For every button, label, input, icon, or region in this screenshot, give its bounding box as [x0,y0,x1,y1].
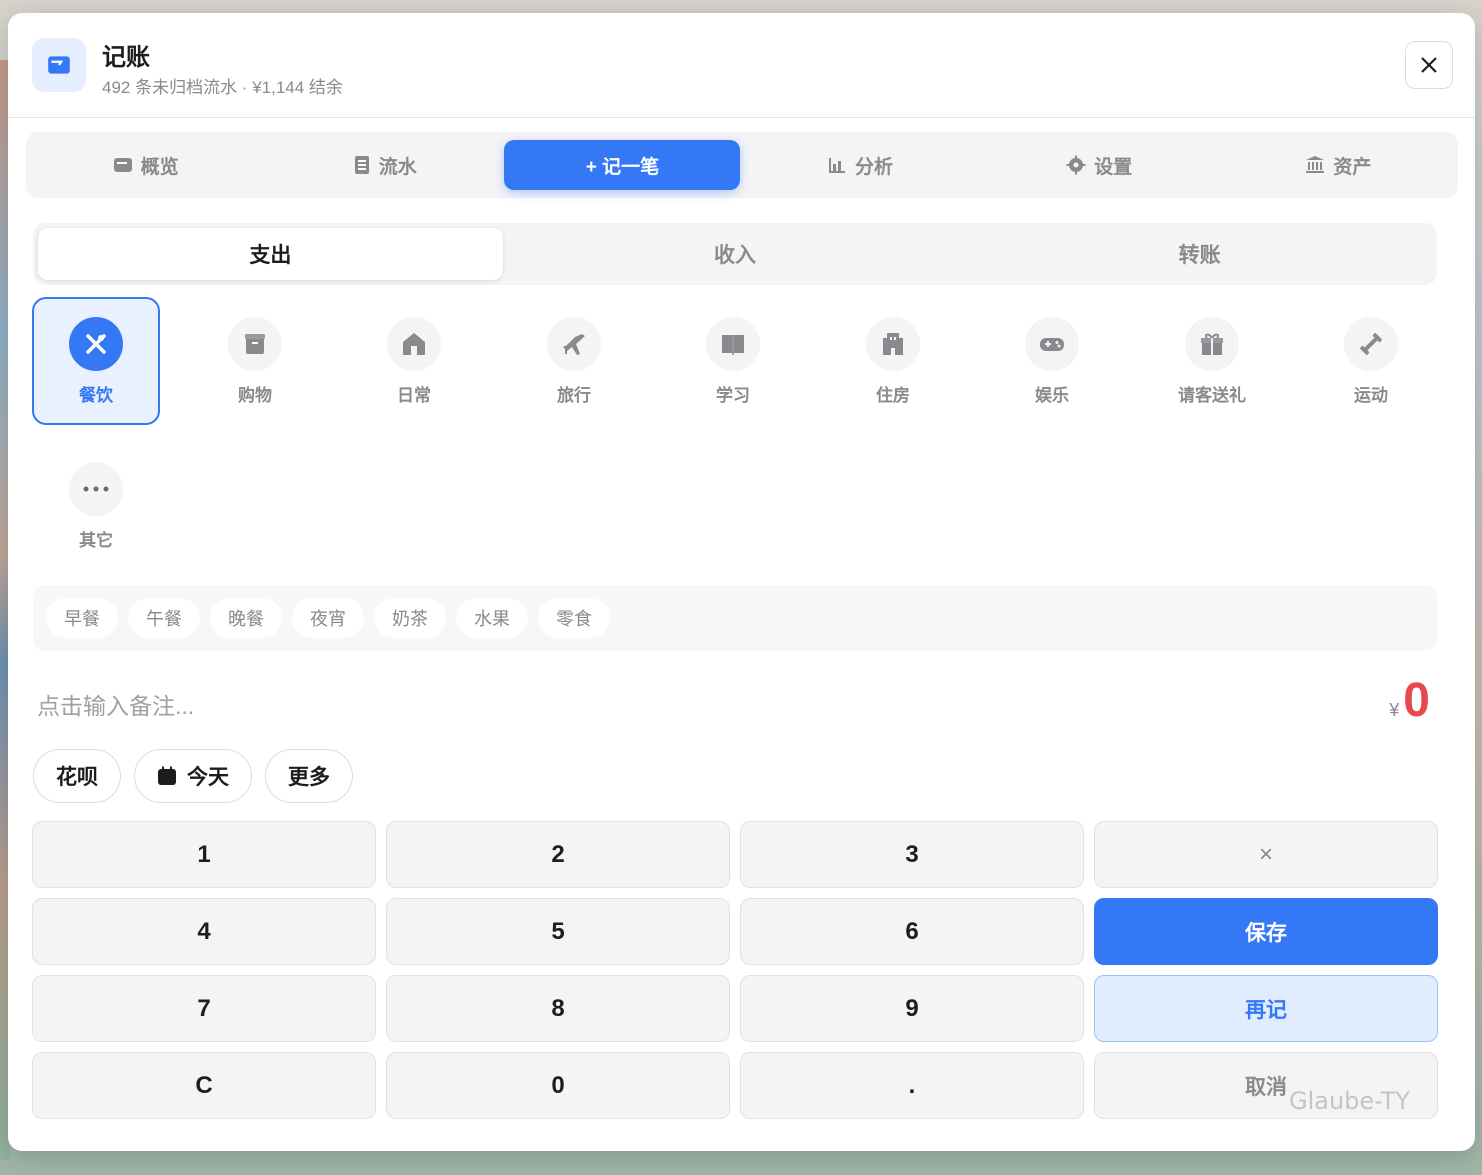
dialog-title: 记账 [102,44,150,71]
category-sports[interactable]: 运动 [1307,297,1435,425]
quick-tags: 早餐 午餐 晚餐 夜宵 奶茶 水果 零食 [33,585,1437,651]
nav-analysis[interactable]: 分析 [740,140,979,190]
book-icon [706,316,760,371]
tab-income[interactable]: 收入 [503,228,968,280]
category-gifts[interactable]: 请客送礼 [1148,297,1276,425]
close-button[interactable] [1405,41,1453,89]
key-2[interactable]: 2 [386,821,730,888]
gear-icon [1066,155,1086,175]
key-9[interactable]: 9 [740,975,1084,1042]
record-options: 花呗 今天 更多 [33,749,353,803]
currency-symbol: ¥ [1389,700,1400,720]
category-housing[interactable]: 住房 [829,297,957,425]
category-label: 运动 [1354,385,1388,405]
key-7[interactable]: 7 [32,975,376,1042]
category-other[interactable]: 其它 [32,442,160,570]
wallet-icon [113,158,132,172]
category-label: 学习 [716,385,750,405]
category-label: 住房 [876,385,910,405]
account-label: 花呗 [56,766,98,789]
key-8[interactable]: 8 [386,975,730,1042]
nav-analysis-label: 分析 [855,156,894,178]
amount-value: 0 [1403,674,1430,727]
calendar-icon [158,766,176,785]
bank-icon [1306,156,1325,173]
main-nav: 概览 流水 + 记一笔 分析 设置 资产 [26,132,1458,198]
tag-milk-tea[interactable]: 奶茶 [374,598,446,638]
utensils-icon [69,316,123,371]
backspace-button[interactable]: × [1094,821,1438,888]
save-button[interactable]: 保存 [1094,898,1438,965]
watermark: Glaube-TY [1289,1087,1410,1115]
category-label: 日常 [397,385,431,405]
category-shopping[interactable]: 购物 [191,297,319,425]
category-daily[interactable]: 日常 [350,297,478,425]
nav-settings[interactable]: 设置 [980,140,1219,190]
category-label: 请客送礼 [1178,385,1246,405]
key-3[interactable]: 3 [740,821,1084,888]
tag-fruit[interactable]: 水果 [456,598,528,638]
wallet-app-icon [32,38,86,92]
date-label: 今天 [187,766,229,789]
dumbbell-icon [1344,316,1398,371]
category-dining[interactable]: 餐饮 [32,297,160,425]
close-icon [1421,57,1437,73]
gift-icon [1185,316,1239,371]
key-5[interactable]: 5 [386,898,730,965]
dialog-header: 记账 492 条未归档流水 · ¥1,144 结余 [8,13,1475,118]
category-label: 其它 [79,530,113,550]
tag-dinner[interactable]: 晚餐 [210,598,282,638]
receipt-icon [354,156,369,174]
nav-transactions[interactable]: 流水 [265,140,504,190]
plane-icon [547,316,601,371]
key-4[interactable]: 4 [32,898,376,965]
nav-settings-label: 设置 [1094,156,1133,178]
dialog-subtitle: 492 条未归档流水 · ¥1,144 结余 [102,78,343,97]
note-input[interactable]: 点击输入备注... [37,687,194,721]
building-icon [866,316,920,371]
clear-button[interactable]: C [32,1052,376,1119]
tab-transfer[interactable]: 转账 [967,228,1432,280]
backspace-icon: × [1258,840,1273,868]
category-label: 餐饮 [79,385,113,405]
tab-expense[interactable]: 支出 [38,228,503,280]
nav-assets-label: 资产 [1333,156,1372,178]
record-type-tabs: 支出 收入 转账 [33,223,1437,285]
category-label: 旅行 [557,385,591,405]
numeric-keypad: 1 2 3 × 4 5 6 保存 7 8 9 再记 C 0 . 取消 [32,821,1438,1119]
tag-breakfast[interactable]: 早餐 [46,598,118,638]
category-travel[interactable]: 旅行 [510,297,638,425]
more-options-label: 更多 [288,766,330,789]
nav-overview[interactable]: 概览 [26,140,265,190]
chart-icon [829,158,845,173]
key-dot[interactable]: . [740,1052,1084,1119]
tag-snacks[interactable]: 零食 [538,598,610,638]
nav-assets[interactable]: 资产 [1219,140,1458,190]
nav-add-record[interactable]: + 记一笔 [504,140,741,190]
amount-display: ¥ 0 [1389,673,1430,728]
key-6[interactable]: 6 [740,898,1084,965]
gamepad-icon [1025,316,1079,371]
key-0[interactable]: 0 [386,1052,730,1119]
tag-late-snack[interactable]: 夜宵 [292,598,364,638]
category-label: 购物 [238,385,272,405]
save-and-again-button[interactable]: 再记 [1094,975,1438,1042]
shopping-box-icon [228,316,282,371]
category-entertainment[interactable]: 娱乐 [988,297,1116,425]
nav-add-record-label: + 记一笔 [585,156,660,178]
category-study[interactable]: 学习 [669,297,797,425]
nav-overview-label: 概览 [140,156,179,178]
nav-transactions-label: 流水 [378,156,417,178]
more-icon [69,461,123,516]
bookkeeping-dialog: 记账 492 条未归档流水 · ¥1,144 结余 概览 流水 + 记一笔 分析… [8,13,1475,1151]
date-button[interactable]: 今天 [134,749,252,803]
tag-lunch[interactable]: 午餐 [128,598,200,638]
account-button[interactable]: 花呗 [33,749,121,803]
house-icon [387,316,441,371]
more-options-button[interactable]: 更多 [265,749,353,803]
category-label: 娱乐 [1035,385,1069,405]
key-1[interactable]: 1 [32,821,376,888]
